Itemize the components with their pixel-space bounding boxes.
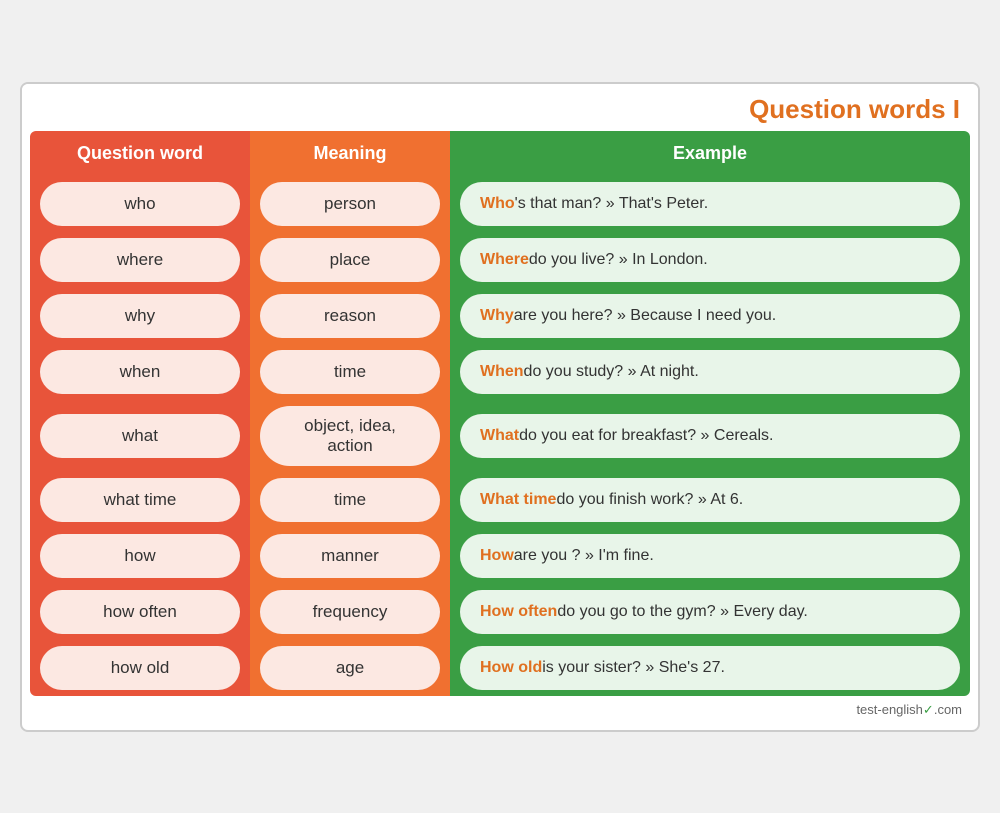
example-pill-2: Why are you here? » Because I need you.	[460, 294, 960, 338]
meaning-pill-6: manner	[260, 534, 440, 578]
example-highlight-4: What	[480, 427, 519, 445]
col-example-header: Example	[450, 131, 970, 176]
meaning-pill-0: person	[260, 182, 440, 226]
example-cell-8: How old is your sister? » She's 27.	[450, 640, 970, 696]
footer: test-english✓.com	[22, 696, 978, 722]
qword-cell-8: how old	[30, 640, 250, 696]
example-rest-1: do you live? » In London.	[529, 251, 708, 269]
col-example: Example Who's that man? » That's Peter.W…	[450, 131, 970, 696]
qword-pill-8: how old	[40, 646, 240, 690]
qword-cell-4: what	[30, 400, 250, 472]
example-pill-0: Who's that man? » That's Peter.	[460, 182, 960, 226]
example-pill-7: How often do you go to the gym? » Every …	[460, 590, 960, 634]
example-cell-2: Why are you here? » Because I need you.	[450, 288, 970, 344]
example-pill-1: Where do you live? » In London.	[460, 238, 960, 282]
example-pill-6: How are you ? » I'm fine.	[460, 534, 960, 578]
title-bar: Question words I	[22, 84, 978, 131]
example-highlight-6: How	[480, 547, 514, 565]
example-highlight-3: When	[480, 363, 524, 381]
example-cell-7: How often do you go to the gym? » Every …	[450, 584, 970, 640]
example-rest-3: do you study? » At night.	[524, 363, 699, 381]
example-highlight-1: Where	[480, 251, 529, 269]
qword-cell-6: how	[30, 528, 250, 584]
col-meaning-header: Meaning	[250, 131, 450, 176]
meaning-cell-2: reason	[250, 288, 450, 344]
qword-cell-5: what time	[30, 472, 250, 528]
qword-pill-3: when	[40, 350, 240, 394]
qword-pill-2: why	[40, 294, 240, 338]
qword-pill-7: how often	[40, 590, 240, 634]
table: Question word who where why when what what ti…	[30, 131, 970, 696]
example-cell-0: Who's that man? » That's Peter.	[450, 176, 970, 232]
example-cell-6: How are you ? » I'm fine.	[450, 528, 970, 584]
example-cell-1: Where do you live? » In London.	[450, 232, 970, 288]
example-pill-5: What time do you finish work? » At 6.	[460, 478, 960, 522]
meaning-pill-5: time	[260, 478, 440, 522]
footer-text: test-english✓.com	[856, 702, 962, 717]
example-rest-5: do you finish work? » At 6.	[556, 491, 743, 509]
col-meaning: Meaning person place reason time object, ide…	[250, 131, 450, 696]
example-rest-8: is your sister? » She's 27.	[542, 659, 725, 677]
example-highlight-8: How old	[480, 659, 542, 677]
meaning-cell-0: person	[250, 176, 450, 232]
example-rest-4: do you eat for breakfast? » Cereals.	[519, 427, 773, 445]
example-cell-4: What do you eat for breakfast? » Cereals…	[450, 400, 970, 472]
meaning-cell-1: place	[250, 232, 450, 288]
meaning-cell-5: time	[250, 472, 450, 528]
example-highlight-0: Who	[480, 195, 515, 213]
example-pill-3: When do you study? » At night.	[460, 350, 960, 394]
meaning-cell-6: manner	[250, 528, 450, 584]
meaning-cell-4: object, idea, action	[250, 400, 450, 472]
qword-cell-3: when	[30, 344, 250, 400]
meaning-pill-3: time	[260, 350, 440, 394]
meaning-pill-7: frequency	[260, 590, 440, 634]
qword-cell-7: how often	[30, 584, 250, 640]
example-rest-6: are you ? » I'm fine.	[514, 547, 654, 565]
page-title: Question words I	[749, 94, 960, 124]
example-rest-7: do you go to the gym? » Every day.	[557, 603, 808, 621]
qword-cell-0: who	[30, 176, 250, 232]
example-cell-5: What time do you finish work? » At 6.	[450, 472, 970, 528]
example-pill-4: What do you eat for breakfast? » Cereals…	[460, 414, 960, 458]
qword-pill-6: how	[40, 534, 240, 578]
meaning-cell-7: frequency	[250, 584, 450, 640]
example-highlight-2: Why	[480, 307, 514, 325]
col-qword: Question word who where why when what what ti…	[30, 131, 250, 696]
qword-cell-2: why	[30, 288, 250, 344]
example-cell-3: When do you study? » At night.	[450, 344, 970, 400]
qword-cell-1: where	[30, 232, 250, 288]
qword-pill-0: who	[40, 182, 240, 226]
main-card: Question words I Question word who where w…	[20, 82, 980, 732]
example-highlight-7: How often	[480, 603, 557, 621]
qword-pill-1: where	[40, 238, 240, 282]
example-rest-0: 's that man? » That's Peter.	[515, 195, 708, 213]
qword-pill-5: what time	[40, 478, 240, 522]
example-highlight-5: What time	[480, 491, 556, 509]
meaning-cell-8: age	[250, 640, 450, 696]
meaning-pill-8: age	[260, 646, 440, 690]
col-qword-header: Question word	[30, 131, 250, 176]
meaning-pill-4: object, idea, action	[260, 406, 440, 466]
meaning-pill-2: reason	[260, 294, 440, 338]
meaning-cell-3: time	[250, 344, 450, 400]
qword-pill-4: what	[40, 414, 240, 458]
meaning-pill-1: place	[260, 238, 440, 282]
example-pill-8: How old is your sister? » She's 27.	[460, 646, 960, 690]
example-rest-2: are you here? » Because I need you.	[514, 307, 776, 325]
check-icon: ✓	[923, 702, 934, 717]
